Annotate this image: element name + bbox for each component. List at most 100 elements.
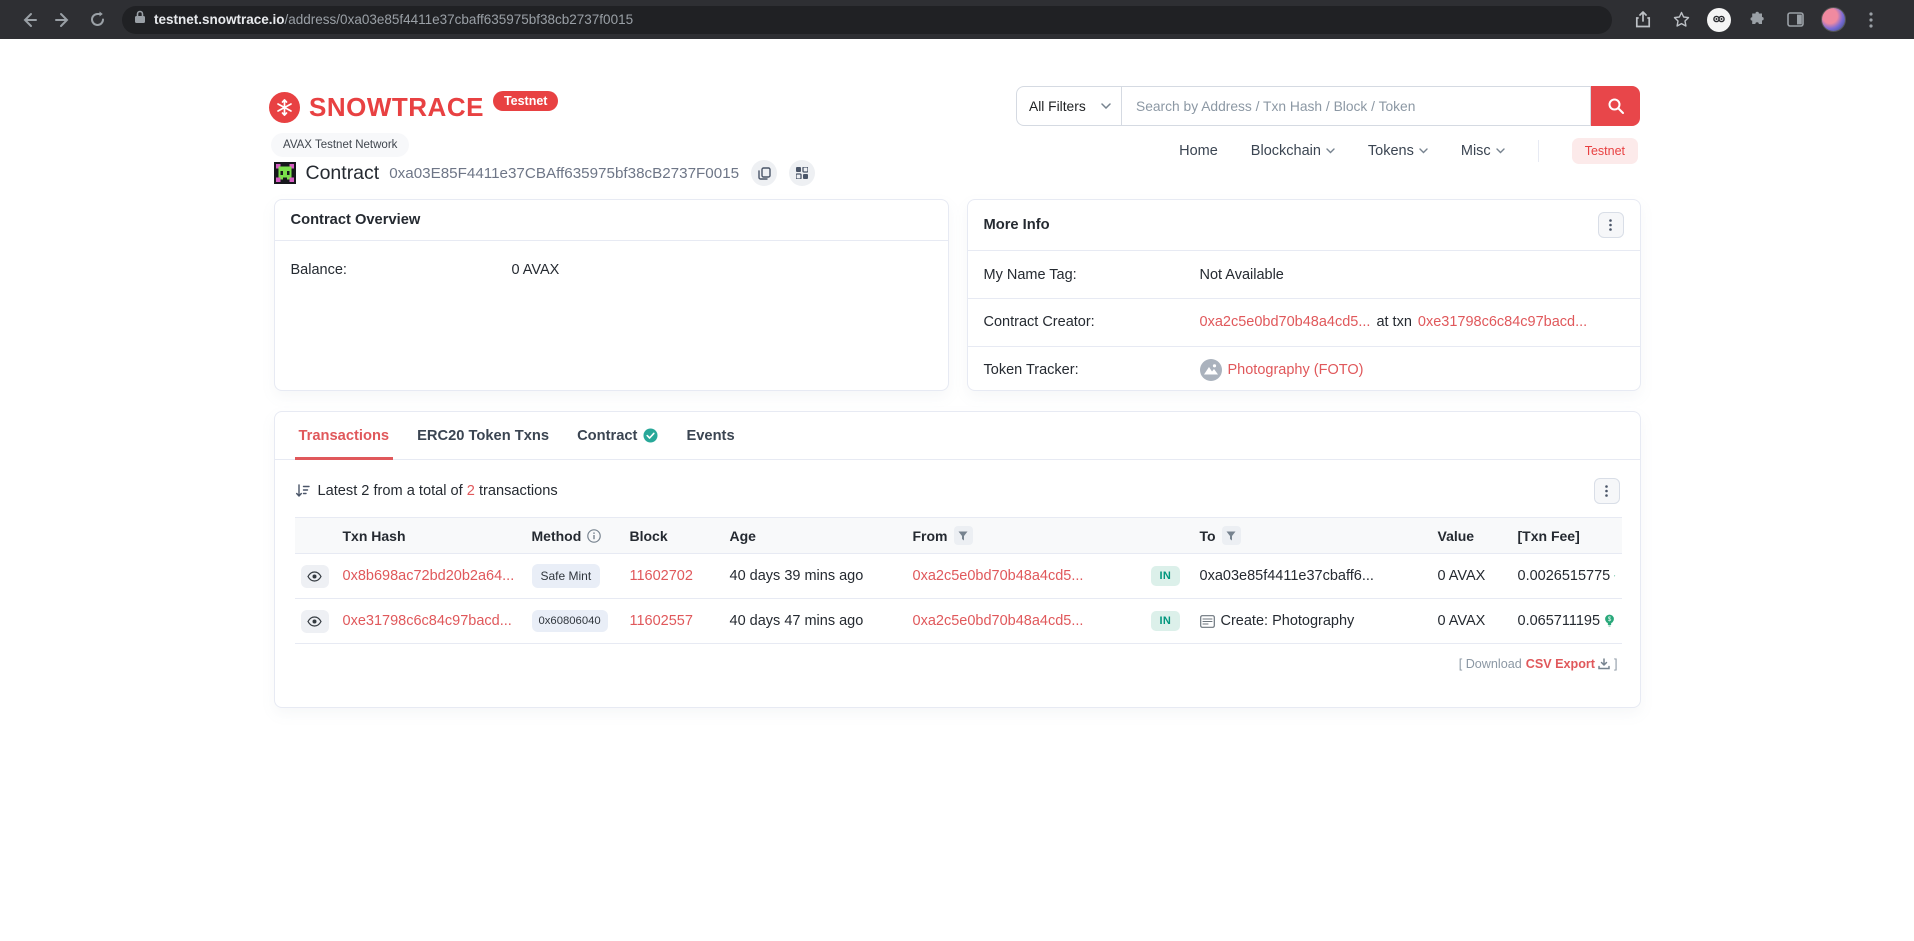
more-info-menu-button[interactable] — [1598, 212, 1624, 238]
table-row: 0x8b698ac72bd20b2a64... Safe Mint 116027… — [295, 554, 1622, 599]
overview-card-title: Contract Overview — [291, 212, 421, 228]
transactions-table: Txn Hash Method Block Age From To Value … — [295, 517, 1622, 644]
txn-fee: 0.0026515775 — [1518, 568, 1611, 584]
from-filter-button[interactable] — [954, 526, 973, 545]
search-bar: All Filters — [1016, 86, 1640, 126]
download-icon — [1598, 658, 1610, 670]
creator-address-link[interactable]: 0xa2c5e0bd70b48a4cd5... — [1200, 314, 1371, 330]
profile-avatar[interactable] — [1816, 5, 1850, 35]
gas-bulb-icon: $ — [1604, 614, 1615, 628]
page-title: Contract — [306, 162, 380, 185]
col-txn-fee: [Txn Fee] — [1512, 518, 1622, 554]
txn-hash-link[interactable]: 0x8b698ac72bd20b2a64... — [343, 568, 515, 584]
nav-divider — [1538, 140, 1539, 162]
nav-misc[interactable]: Misc — [1461, 143, 1505, 159]
from-address-link[interactable]: 0xa2c5e0bd70b48a4cd5... — [913, 613, 1084, 629]
search-filter-select[interactable]: All Filters — [1016, 86, 1121, 126]
contract-address: 0xa03E85F4411e37CBAff635975bf38cB2737F00… — [389, 165, 739, 182]
col-age[interactable]: Age — [724, 518, 907, 554]
tab-transactions[interactable]: Transactions — [285, 412, 404, 459]
col-value: Value — [1432, 518, 1512, 554]
chevron-down-icon — [1326, 148, 1335, 154]
share-icon[interactable] — [1626, 5, 1660, 35]
tx-preview-button[interactable] — [301, 565, 329, 588]
sort-icon — [295, 484, 310, 498]
qr-code-icon — [796, 167, 808, 179]
nav-testnet-button[interactable]: Testnet — [1572, 138, 1638, 164]
block-link[interactable]: 11602702 — [630, 568, 693, 584]
value-cell: 0 AVAX — [1432, 599, 1512, 644]
more-info-card: More Info My Name Tag: Not Available Con… — [967, 199, 1641, 391]
info-icon[interactable] — [587, 529, 601, 543]
tab-bar: Transactions ERC20 Token Txns Contract E… — [275, 412, 1640, 460]
main-nav: Home Blockchain Tokens Misc Testnet — [1179, 138, 1638, 164]
token-logo-icon — [1200, 359, 1222, 381]
method-badge: Safe Mint — [532, 564, 601, 588]
block-link[interactable]: 11602557 — [630, 613, 693, 629]
tx-preview-button[interactable] — [301, 610, 329, 633]
txn-fee: 0.065711195 — [1518, 613, 1601, 629]
token-tracker-link[interactable]: Photography (FOTO) — [1228, 362, 1364, 378]
site-header: SNOWTRACE Testnet AVAX Testnet Network A… — [0, 39, 1914, 149]
funnel-icon — [1226, 531, 1236, 541]
tab-erc20-token-txns[interactable]: ERC20 Token Txns — [403, 412, 563, 459]
search-input[interactable] — [1121, 86, 1591, 126]
bookmark-star-icon[interactable] — [1664, 5, 1698, 35]
col-from: From — [907, 518, 1145, 554]
creator-txn-link[interactable]: 0xe31798c6c84c97bacd... — [1418, 314, 1587, 330]
from-address-link[interactable]: 0xa2c5e0bd70b48a4cd5... — [913, 568, 1084, 584]
txn-hash-link[interactable]: 0xe31798c6c84c97bacd... — [343, 613, 512, 629]
kebab-icon — [1609, 219, 1612, 231]
at-txn-text: at txn — [1376, 314, 1411, 330]
extension-owl-icon[interactable] — [1702, 5, 1736, 35]
contract-identicon — [274, 162, 296, 184]
nav-tokens[interactable]: Tokens — [1368, 143, 1428, 159]
contract-creation-icon — [1200, 615, 1215, 628]
balance-label: Balance: — [291, 262, 512, 278]
kebab-icon — [1605, 485, 1608, 497]
qr-code-button[interactable] — [789, 160, 815, 186]
to-filter-button[interactable] — [1222, 526, 1241, 545]
col-txn-hash: Txn Hash — [337, 518, 526, 554]
verified-check-icon — [643, 428, 658, 443]
extensions-puzzle-icon[interactable] — [1740, 5, 1774, 35]
direction-badge: IN — [1151, 566, 1181, 586]
transactions-card: Transactions ERC20 Token Txns Contract E… — [274, 411, 1641, 708]
side-panel-icon[interactable] — [1778, 5, 1812, 35]
balance-row: Balance: 0 AVAX — [275, 241, 948, 299]
browser-menu-icon[interactable] — [1854, 5, 1888, 35]
tab-contract[interactable]: Contract — [563, 412, 672, 459]
address-bar[interactable]: testnet.snowtrace.io/address/0xa03e85f44… — [122, 6, 1612, 34]
col-to: To — [1194, 518, 1432, 554]
gas-bulb-icon: $ — [1614, 569, 1615, 583]
network-badge: AVAX Testnet Network — [271, 133, 409, 157]
col-block: Block — [624, 518, 724, 554]
url-domain: testnet.snowtrace.io — [154, 12, 285, 27]
table-header-row: Txn Hash Method Block Age From To Value … — [295, 518, 1622, 554]
search-filter-label: All Filters — [1029, 99, 1086, 114]
search-icon — [1608, 98, 1624, 114]
browser-forward-icon[interactable] — [46, 5, 80, 35]
nav-blockchain[interactable]: Blockchain — [1251, 143, 1335, 159]
browser-back-icon[interactable] — [12, 5, 46, 35]
name-tag-row: My Name Tag: Not Available — [968, 251, 1640, 298]
token-tracker-label: Token Tracker: — [984, 362, 1200, 378]
copy-address-button[interactable] — [751, 160, 777, 186]
col-method: Method — [526, 518, 624, 554]
direction-badge: IN — [1151, 611, 1181, 631]
token-tracker-row: Token Tracker: Photography (FOTO) — [968, 346, 1640, 393]
to-address: 0xa03e85f4411e37cbaff6... — [1194, 554, 1432, 599]
url-path: /address/0xa03e85f4411e37cbaff635975bf38… — [285, 12, 634, 27]
brand-logo[interactable]: SNOWTRACE Testnet — [269, 92, 558, 123]
value-cell: 0 AVAX — [1432, 554, 1512, 599]
tx-total-count: 2 — [467, 483, 475, 499]
csv-export-link[interactable]: CSV Export — [1526, 657, 1610, 671]
table-row: 0xe31798c6c84c97bacd... 0x60806040 11602… — [295, 599, 1622, 644]
nav-home[interactable]: Home — [1179, 143, 1218, 159]
browser-reload-icon[interactable] — [80, 5, 114, 35]
brand-name: SNOWTRACE — [309, 92, 484, 123]
tx-panel-menu-button[interactable] — [1594, 478, 1620, 504]
search-button[interactable] — [1591, 86, 1640, 126]
eye-icon — [307, 571, 322, 582]
tab-events[interactable]: Events — [672, 412, 748, 459]
